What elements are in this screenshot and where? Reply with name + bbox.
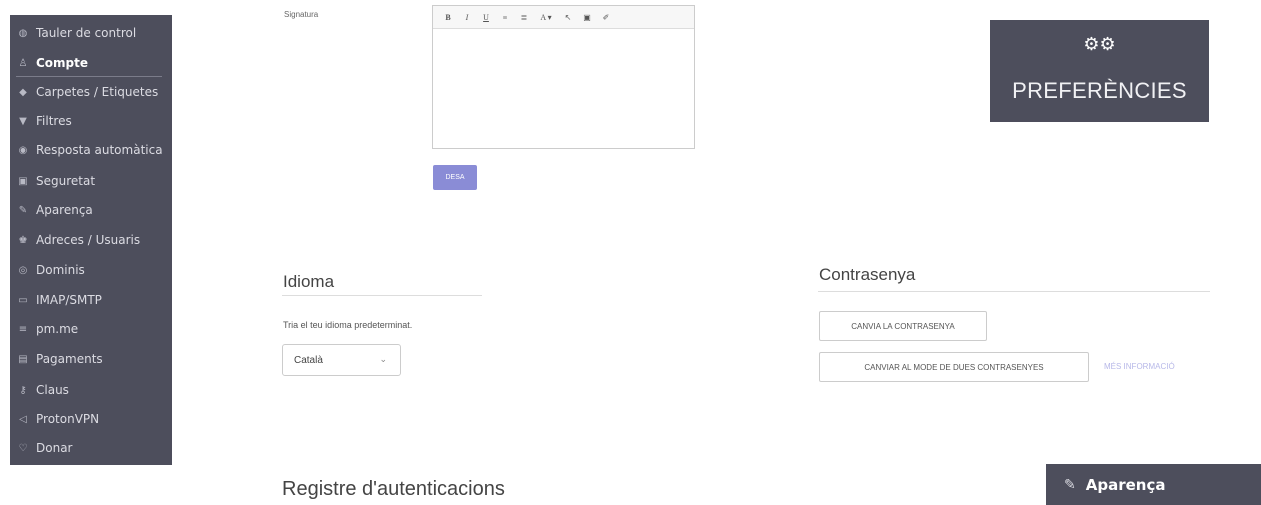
sidebar-item-filters[interactable]: ▼ Filtres (10, 107, 172, 135)
sidebar-item-label: IMAP/SMTP (36, 293, 102, 307)
sidebar-item-pm-me[interactable]: ≡ pm.me (10, 315, 172, 343)
sidebar-item-folders-labels[interactable]: ◆ Carpetes / Etiquetes (10, 78, 172, 106)
editor-toolbar: B I U ≡ ≣ A ▾ ↖ ▣ ✐ (433, 6, 694, 29)
two-password-mode-button[interactable]: CANVIAR AL MODE DE DUES CONTRASENYES (819, 352, 1089, 382)
language-help-text: Tria el teu idioma predeterminat. (283, 320, 413, 330)
paint-brush-icon: ✎ (18, 204, 28, 216)
clear-format-button[interactable]: ✐ (601, 13, 611, 22)
sidebar-item-auto-reply[interactable]: ◉ Resposta automàtica (10, 136, 172, 164)
sidebar-item-label: Claus (36, 383, 69, 397)
lock-icon: ▣ (18, 175, 28, 187)
appearance-badge: ✎ Aparença (1046, 464, 1261, 505)
sidebar-item-label: Dominis (36, 263, 85, 277)
more-info-link[interactable]: MÉS INFORMACIÓ (1104, 362, 1175, 371)
sidebar-item-label: pm.me (36, 322, 79, 336)
sidebar-item-label: Donar (36, 441, 73, 455)
sidebar-item-payments[interactable]: ▤ Pagaments (10, 345, 172, 373)
password-section-title: Contrasenya (819, 265, 916, 284)
sidebar-item-account[interactable]: ♙ Compte (10, 49, 172, 77)
sidebar-item-label: Resposta automàtica (36, 143, 163, 157)
sidebar-item-appearance[interactable]: ✎ Aparença (10, 196, 172, 224)
sidebar-item-label: Filtres (36, 114, 72, 128)
italic-button[interactable]: I (462, 13, 472, 22)
sidebar-item-label: Compte (36, 56, 89, 70)
save-signature-button[interactable]: DESA (433, 165, 477, 190)
globe-icon: ◎ (18, 264, 28, 276)
language-selected-value: Català (294, 354, 323, 366)
appearance-badge-label: Aparença (1085, 475, 1166, 494)
chevron-down-icon: ⌄ (379, 354, 387, 364)
auto-reply-icon: ◉ (18, 144, 28, 156)
image-button[interactable]: ▣ (582, 13, 592, 22)
preferences-title: PREFERÈNCIES (1012, 78, 1187, 103)
filter-icon: ▼ (19, 115, 27, 127)
sidebar: ◍ Tauler de control ♙ Compte ◆ Carpetes / E… (10, 15, 172, 465)
sidebar-item-label: Seguretat (36, 174, 96, 188)
user-icon: ♙ (18, 57, 28, 69)
sidebar-item-label: Tauler de control (36, 26, 137, 40)
calendar-icon: ▤ (18, 353, 28, 365)
font-size-dropdown[interactable]: A ▾ (538, 13, 554, 22)
tag-icon: ◆ (19, 86, 27, 98)
dashboard-icon: ◍ (18, 27, 28, 39)
password-divider (818, 291, 1210, 292)
change-password-button[interactable]: CANVIA LA CONTRASENYA (819, 311, 987, 341)
sidebar-item-label: Carpetes / Etiquetes (36, 85, 159, 99)
sidebar-item-label: Aparença (36, 203, 93, 217)
sidebar-item-security[interactable]: ▣ Seguretat (10, 167, 172, 195)
sidebar-item-domains[interactable]: ◎ Dominis (10, 256, 172, 284)
ordered-list-button[interactable]: ≣ (519, 13, 529, 22)
language-section-title: Idioma (283, 272, 335, 291)
language-select[interactable]: Català ⌄ (282, 344, 401, 376)
sidebar-item-dashboard[interactable]: ◍ Tauler de control (10, 19, 172, 47)
envelope-icon: ≡ (18, 323, 28, 335)
language-divider (282, 295, 482, 296)
unordered-list-button[interactable]: ≡ (500, 13, 510, 22)
sidebar-item-donate[interactable]: ♡ Donar (10, 434, 172, 462)
sidebar-item-protonvpn[interactable]: ◁ ProtonVPN (10, 405, 172, 433)
monitor-icon: ▭ (18, 294, 28, 306)
sidebar-item-addresses-users[interactable]: ♚ Adreces / Usuaris (10, 226, 172, 254)
sidebar-item-imap-smtp[interactable]: ▭ IMAP/SMTP (10, 286, 172, 314)
heart-icon: ♡ (18, 442, 28, 454)
bold-button[interactable]: B (443, 13, 453, 22)
signature-editor: B I U ≡ ≣ A ▾ ↖ ▣ ✐ (432, 5, 695, 149)
signature-label: Signatura (284, 10, 319, 19)
auth-log-title: Registre d'autenticacions (282, 478, 505, 500)
vpn-icon: ◁ (19, 413, 27, 425)
underline-button[interactable]: U (481, 13, 491, 22)
sidebar-item-label: Adreces / Usuaris (36, 233, 141, 247)
signature-textarea[interactable] (433, 29, 694, 149)
preferences-tile: ⚙⚙ PREFERÈNCIES (990, 20, 1209, 122)
key-icon: ⚷ (19, 384, 27, 396)
link-button[interactable]: ↖ (563, 13, 573, 22)
sidebar-item-label: ProtonVPN (36, 412, 100, 426)
sidebar-item-label: Pagaments (36, 352, 103, 366)
gears-icon: ⚙⚙ (1083, 34, 1116, 55)
users-icon: ♚ (18, 234, 28, 246)
sidebar-item-keys[interactable]: ⚷ Claus (10, 376, 172, 404)
paint-brush-icon: ✎ (1064, 476, 1076, 493)
